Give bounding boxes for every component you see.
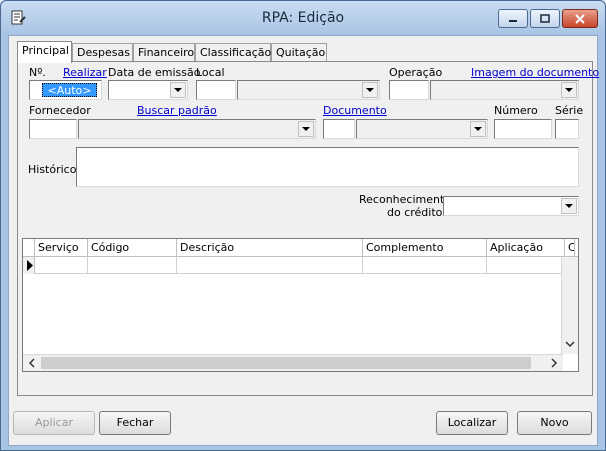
current-row-icon xyxy=(27,260,33,271)
maximize-icon xyxy=(540,14,550,23)
cell-aplicacao[interactable] xyxy=(487,257,563,274)
grid-header: Serviço Código Descrição Complemento Apl… xyxy=(23,239,578,257)
items-grid[interactable]: Serviço Código Descrição Complemento Apl… xyxy=(22,238,579,372)
dropdown-arrow-icon[interactable] xyxy=(298,121,314,137)
tab-classificacao[interactable]: Classificação xyxy=(195,43,271,62)
tab-quitacao[interactable]: Quitação xyxy=(271,43,327,62)
close-icon xyxy=(575,13,585,24)
serie-label: Série xyxy=(555,104,584,117)
documento-link[interactable]: Documento xyxy=(323,104,387,117)
fornecedor-label: Fornecedor xyxy=(29,104,91,117)
minimize-button[interactable] xyxy=(498,9,528,28)
grid-horizontal-scrollbar[interactable] xyxy=(23,354,563,371)
cell-codigo[interactable] xyxy=(88,257,177,274)
cell-complemento[interactable] xyxy=(363,257,487,274)
historico-input[interactable] xyxy=(76,147,579,187)
reconhecimento-combo[interactable] xyxy=(443,196,579,216)
reconhecimento-label: Reconhecimento xyxy=(359,193,452,206)
col-servico[interactable]: Serviço xyxy=(35,239,88,257)
scroll-thumb[interactable] xyxy=(41,357,531,369)
col-c[interactable]: C xyxy=(565,239,575,257)
table-row[interactable] xyxy=(35,257,563,274)
dropdown-arrow-icon[interactable] xyxy=(170,82,186,98)
tab-panel-principal: Nº. Realizar Data de emissão Local Opera… xyxy=(17,61,599,396)
data-emissao-combo[interactable] xyxy=(108,80,188,100)
numero-label: Número xyxy=(494,104,538,117)
col-aplicacao[interactable]: Aplicação xyxy=(487,239,565,257)
serie-input[interactable] xyxy=(555,119,579,139)
cell-servico[interactable] xyxy=(35,257,88,274)
dropdown-arrow-icon[interactable] xyxy=(561,82,577,98)
tab-despesas[interactable]: Despesas xyxy=(72,43,133,62)
window: RPA: Edição Principal Despesas Financeir… xyxy=(0,0,606,451)
tab-principal[interactable]: Principal xyxy=(17,41,72,63)
grid-vertical-scrollbar[interactable] xyxy=(561,257,578,354)
fornecedor-code-input[interactable] xyxy=(29,119,77,139)
col-codigo[interactable]: Código xyxy=(88,239,177,257)
local-combo[interactable] xyxy=(237,80,380,100)
fornecedor-combo[interactable] xyxy=(78,119,316,139)
localizar-button[interactable]: Localizar xyxy=(436,411,508,435)
cell-descricao[interactable] xyxy=(177,257,363,274)
close-button[interactable] xyxy=(562,9,598,28)
novo-button[interactable]: Novo xyxy=(517,411,592,435)
numero-input[interactable] xyxy=(494,119,552,139)
col-descricao[interactable]: Descrição xyxy=(177,239,363,257)
tab-financeiro[interactable]: Financeiro xyxy=(133,43,195,62)
realizar-link[interactable]: Realizar xyxy=(63,66,107,79)
title-bar[interactable]: RPA: Edição xyxy=(1,1,605,35)
dropdown-arrow-icon[interactable] xyxy=(362,82,378,98)
nr-label: Nº. xyxy=(29,66,46,79)
buscar-padrao-link[interactable]: Buscar padrão xyxy=(137,104,217,117)
documento-combo[interactable] xyxy=(356,119,488,139)
operacao-combo[interactable] xyxy=(430,80,579,100)
local-label: Local xyxy=(196,66,225,79)
operacao-code-input[interactable] xyxy=(389,80,429,100)
dropdown-arrow-icon[interactable] xyxy=(470,121,486,137)
local-code-input[interactable] xyxy=(196,80,236,100)
maximize-button[interactable] xyxy=(530,9,560,28)
operacao-label: Operação xyxy=(389,66,443,79)
aplicar-button[interactable]: Aplicar xyxy=(13,411,95,435)
row-selector[interactable] xyxy=(23,257,35,274)
reconhecimento-label-2: do crédito: xyxy=(387,206,447,219)
minimize-icon xyxy=(509,19,517,22)
historico-label: Histórico: xyxy=(28,163,81,176)
documento-code-input[interactable] xyxy=(323,119,355,139)
col-complemento[interactable]: Complemento xyxy=(363,239,487,257)
data-emissao-label: Data de emissão xyxy=(108,66,201,79)
client-area: Principal Despesas Financeiro Classifica… xyxy=(8,35,599,446)
scroll-down-icon[interactable] xyxy=(562,337,578,351)
dropdown-arrow-icon[interactable] xyxy=(561,198,577,214)
scroll-left-icon[interactable] xyxy=(25,355,39,371)
nr-value: <Auto> xyxy=(42,83,97,97)
fechar-button[interactable]: Fechar xyxy=(99,411,171,435)
scroll-right-icon[interactable] xyxy=(547,355,561,371)
grid-corner xyxy=(23,239,35,257)
imagem-documento-link[interactable]: Imagem do documento xyxy=(471,66,599,79)
